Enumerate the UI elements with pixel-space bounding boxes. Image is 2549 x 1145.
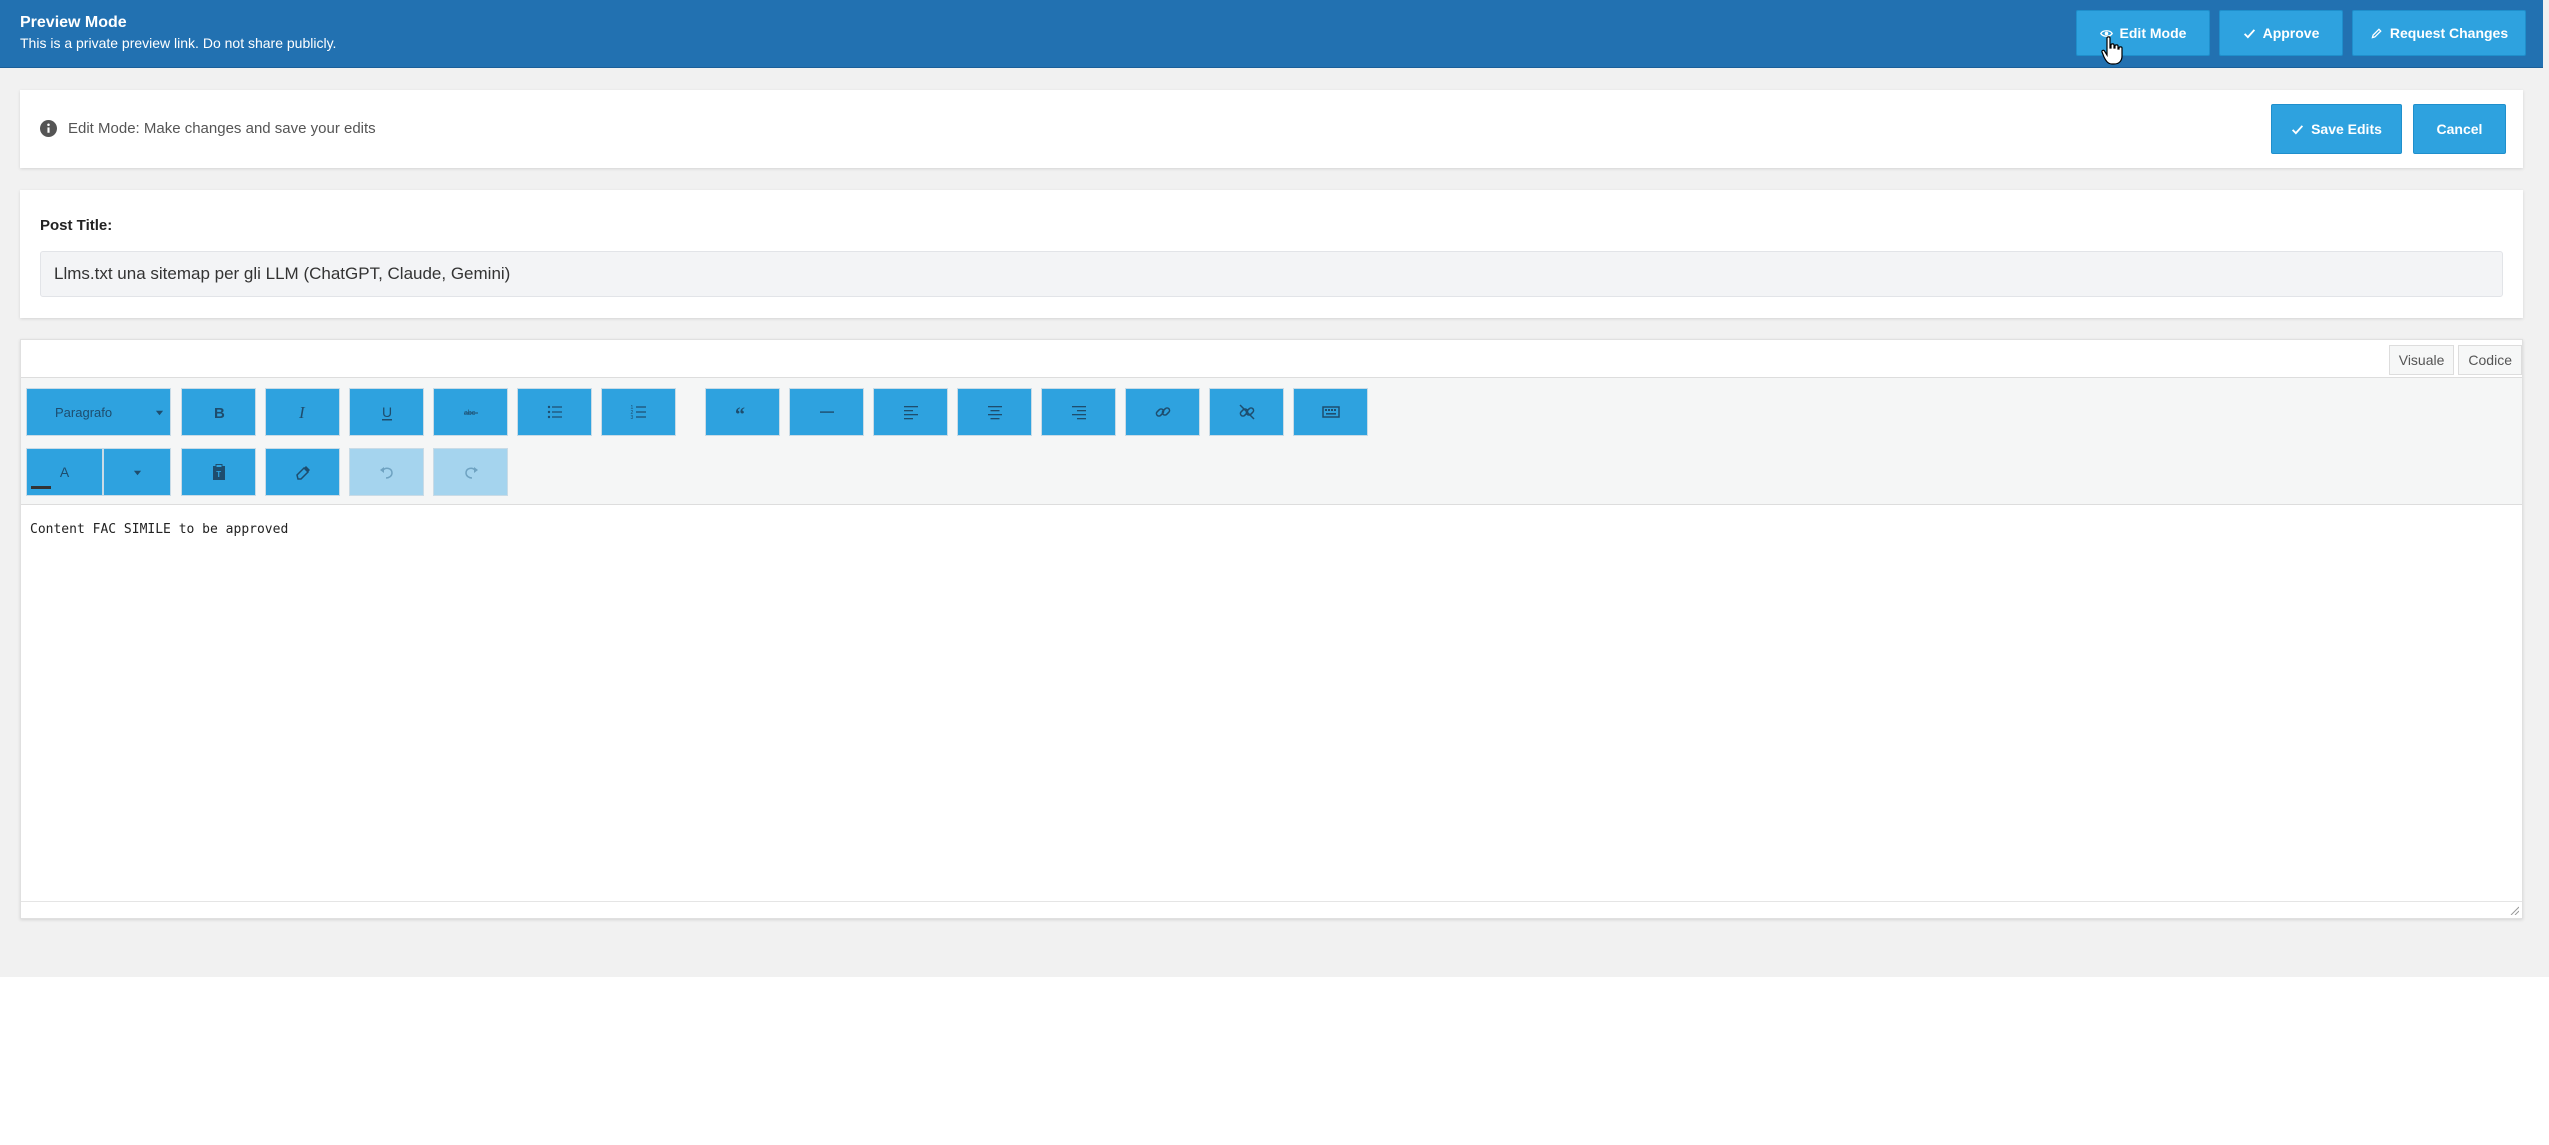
underline-icon: U — [381, 404, 392, 421]
text-color-label: A — [59, 464, 70, 480]
underline-button[interactable]: U — [349, 388, 424, 436]
edit-mode-notice: Edit Mode: Make changes and save your ed… — [20, 90, 2523, 168]
request-changes-button[interactable]: Request Changes — [2352, 10, 2526, 56]
strikethrough-icon: abc — [463, 410, 478, 417]
editor-tabs: Visuale Codice — [2388, 345, 2522, 377]
insert-link-button[interactable] — [1125, 388, 1200, 436]
unlink-icon — [1238, 404, 1255, 420]
resize-handle-icon[interactable] — [2509, 905, 2519, 915]
remove-link-button[interactable] — [1209, 388, 1284, 436]
redo-button[interactable] — [433, 448, 508, 496]
align-center-icon — [987, 406, 1002, 420]
strikethrough-button[interactable]: abc — [433, 388, 508, 436]
format-select-label: Paragrafo — [55, 404, 113, 420]
check-icon — [2243, 28, 2255, 38]
italic-icon: I — [298, 403, 306, 422]
pencil-icon — [2371, 27, 2382, 38]
edit-mode-message: Edit Mode: Make changes and save your ed… — [68, 120, 376, 137]
align-left-icon — [903, 406, 918, 420]
keyboard-icon — [1321, 406, 1340, 418]
text-color-dropdown[interactable] — [103, 448, 171, 496]
caret-down-icon — [155, 410, 164, 415]
post-title-input[interactable] — [40, 251, 2503, 297]
blockquote-button[interactable]: “ — [705, 388, 780, 436]
preview-mode-subtitle: This is a private preview link. Do not s… — [20, 35, 337, 51]
caret-down-icon — [133, 470, 141, 475]
svg-text:“: “ — [735, 404, 745, 422]
save-edits-button[interactable]: Save Edits — [2271, 104, 2402, 154]
undo-icon — [379, 467, 393, 479]
edit-mode-label: Edit Mode — [2119, 25, 2187, 41]
align-left-button[interactable] — [873, 388, 948, 436]
clear-formatting-button[interactable] — [265, 448, 340, 496]
approve-button[interactable]: Approve — [2219, 10, 2343, 56]
editor-content-area[interactable]: Content FAC SIMILE to be approved — [30, 522, 288, 537]
format-select[interactable]: Paragrafo — [26, 388, 171, 436]
tab-code[interactable]: Codice — [2458, 345, 2522, 375]
paste-as-text-button[interactable]: T — [181, 448, 256, 496]
preview-header-bar: Preview Mode This is a private preview l… — [0, 0, 2543, 68]
editor-toolbar: Paragrafo B I U abc 123 “ — [21, 377, 2522, 505]
svg-text:3: 3 — [630, 415, 633, 421]
save-edits-label: Save Edits — [2311, 121, 2382, 137]
tab-visual[interactable]: Visuale — [2388, 345, 2455, 375]
clipboard-icon: T — [212, 464, 225, 480]
horizontal-line-icon — [819, 411, 834, 413]
cancel-button[interactable]: Cancel — [2413, 104, 2506, 154]
approve-label: Approve — [2262, 25, 2320, 41]
redo-icon — [464, 467, 478, 479]
text-color-swatch — [31, 486, 51, 489]
hand-cursor-icon — [2101, 36, 2123, 65]
bullet-list-icon — [547, 405, 562, 419]
post-title-label: Post Title: — [40, 217, 113, 234]
content-editor: Visuale Codice Paragrafo B I U abc 123 “ — [20, 339, 2523, 919]
svg-text:I: I — [298, 403, 306, 422]
eraser-icon — [295, 466, 310, 480]
preview-mode-title: Preview Mode — [20, 14, 127, 31]
link-icon — [1155, 407, 1170, 417]
numbered-list-button[interactable]: 123 — [601, 388, 676, 436]
bold-icon: B — [214, 405, 225, 422]
horizontal-rule-button[interactable] — [789, 388, 864, 436]
align-right-icon — [1071, 406, 1086, 420]
align-right-button[interactable] — [1041, 388, 1116, 436]
bullet-list-button[interactable] — [517, 388, 592, 436]
align-center-button[interactable] — [957, 388, 1032, 436]
edit-mode-button[interactable]: Edit Mode — [2076, 10, 2210, 56]
editor-statusbar — [21, 901, 2522, 918]
italic-button[interactable]: I — [265, 388, 340, 436]
quote-icon: “ — [735, 404, 745, 422]
bold-button[interactable]: B — [181, 388, 256, 436]
post-title-card: Post Title: — [20, 190, 2523, 318]
request-changes-label: Request Changes — [2389, 25, 2509, 41]
svg-text:T: T — [216, 470, 221, 479]
undo-button[interactable] — [349, 448, 424, 496]
text-color-button[interactable]: A — [26, 448, 103, 496]
svg-text:B: B — [214, 405, 225, 422]
cancel-label: Cancel — [2436, 121, 2483, 137]
toolbar-toggle-button[interactable] — [1293, 388, 1368, 436]
info-icon — [40, 120, 57, 137]
check-icon — [2292, 124, 2304, 134]
numbered-list-icon: 123 — [630, 405, 646, 421]
svg-text:U: U — [382, 404, 392, 420]
